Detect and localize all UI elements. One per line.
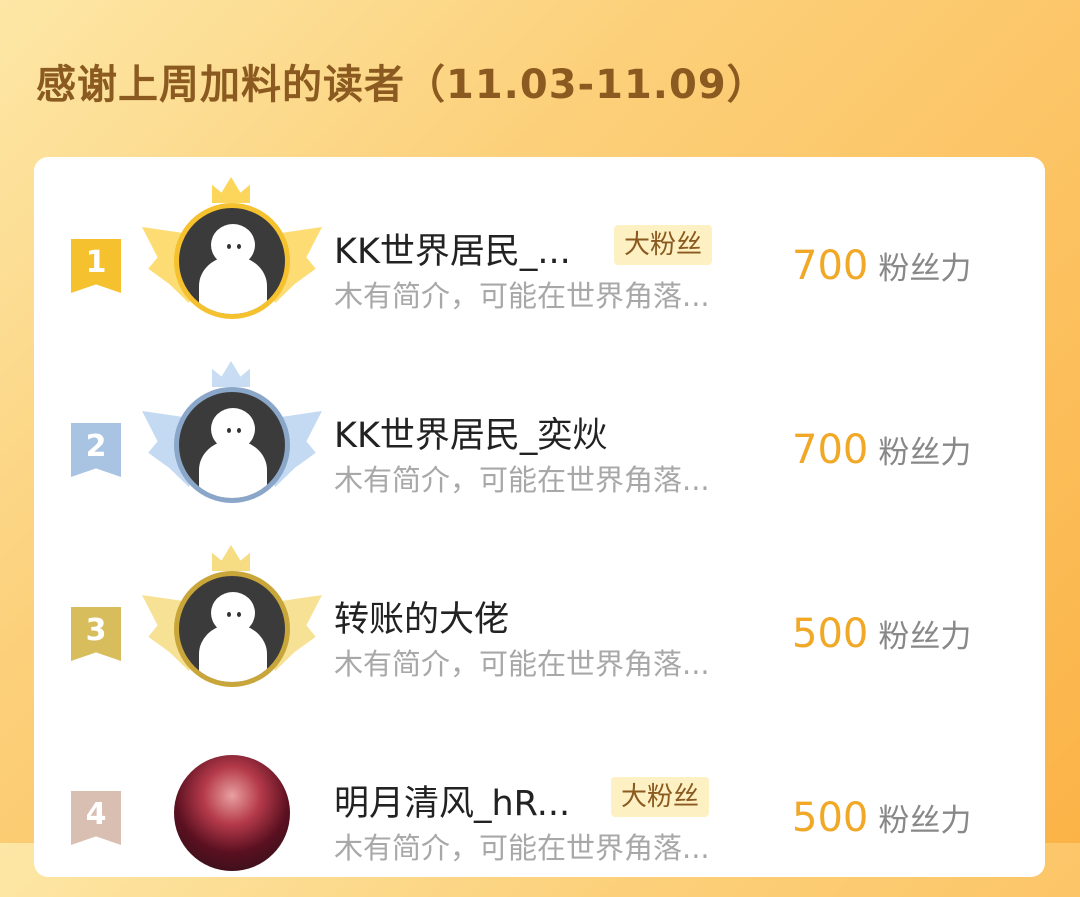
- list-item[interactable]: 2 KK世界居民_奕炏 木有简介，可能在世界角落... 700 粉丝力: [34, 359, 1045, 529]
- fan-power: 700 粉丝力: [792, 243, 971, 289]
- fan-power-value: 700: [792, 243, 869, 289]
- fan-power: 700 粉丝力: [792, 427, 971, 473]
- fan-badge: 大粉丝: [611, 777, 710, 817]
- avatar[interactable]: [174, 203, 290, 319]
- list-item[interactable]: 3 转账的大佬 木有简介，可能在世界角落... 500 粉丝力: [34, 543, 1045, 713]
- avatar[interactable]: [174, 755, 290, 871]
- list-item[interactable]: 1 KK世界居民_... 大粉丝 木有简介，可能在世界角落... 700 粉丝力: [34, 175, 1045, 345]
- page-title: 感谢上周加料的读者（11.03-11.09）: [36, 62, 768, 108]
- user-bio: 木有简介，可能在世界角落...: [334, 463, 710, 497]
- username[interactable]: 明月清风_hR...: [334, 775, 570, 826]
- user-bio: 木有简介，可能在世界角落...: [334, 647, 710, 681]
- avatar-frame: [142, 543, 322, 713]
- fan-power: 500 粉丝力: [792, 611, 971, 657]
- avatar[interactable]: [174, 387, 290, 503]
- user-bio: 木有简介，可能在世界角落...: [334, 831, 710, 865]
- fan-power-unit: 粉丝力: [878, 803, 972, 839]
- username[interactable]: KK世界居民_奕炏: [334, 407, 607, 458]
- ranking-card: 1 KK世界居民_... 大粉丝 木有简介，可能在世界角落... 700 粉丝力 …: [34, 157, 1045, 877]
- crown-icon: [212, 177, 250, 203]
- rank-ribbon: 1: [71, 239, 121, 293]
- list-item[interactable]: 4 明月清风_hR... 大粉丝 木有简介，可能在世界角落... 500 粉丝力: [34, 727, 1045, 897]
- fan-power-value: 500: [792, 611, 869, 657]
- fan-power-value: 500: [792, 795, 869, 841]
- fan-power-value: 700: [792, 427, 869, 473]
- avatar-frame: [142, 359, 322, 529]
- fan-power-unit: 粉丝力: [878, 251, 972, 287]
- user-bio: 木有简介，可能在世界角落...: [334, 279, 710, 313]
- avatar-frame: [142, 727, 322, 897]
- avatar[interactable]: [174, 571, 290, 687]
- avatar-frame: [142, 175, 322, 345]
- username[interactable]: 转账的大佬: [334, 591, 509, 642]
- fan-badge: 大粉丝: [614, 225, 713, 265]
- rank-ribbon: 2: [71, 423, 121, 477]
- username[interactable]: KK世界居民_...: [334, 223, 571, 274]
- fan-power: 500 粉丝力: [792, 795, 971, 841]
- rank-ribbon: 4: [71, 791, 121, 845]
- fan-power-unit: 粉丝力: [878, 435, 972, 471]
- crown-icon: [212, 361, 250, 387]
- crown-icon: [212, 545, 250, 571]
- rank-ribbon: 3: [71, 607, 121, 661]
- fan-power-unit: 粉丝力: [878, 619, 972, 655]
